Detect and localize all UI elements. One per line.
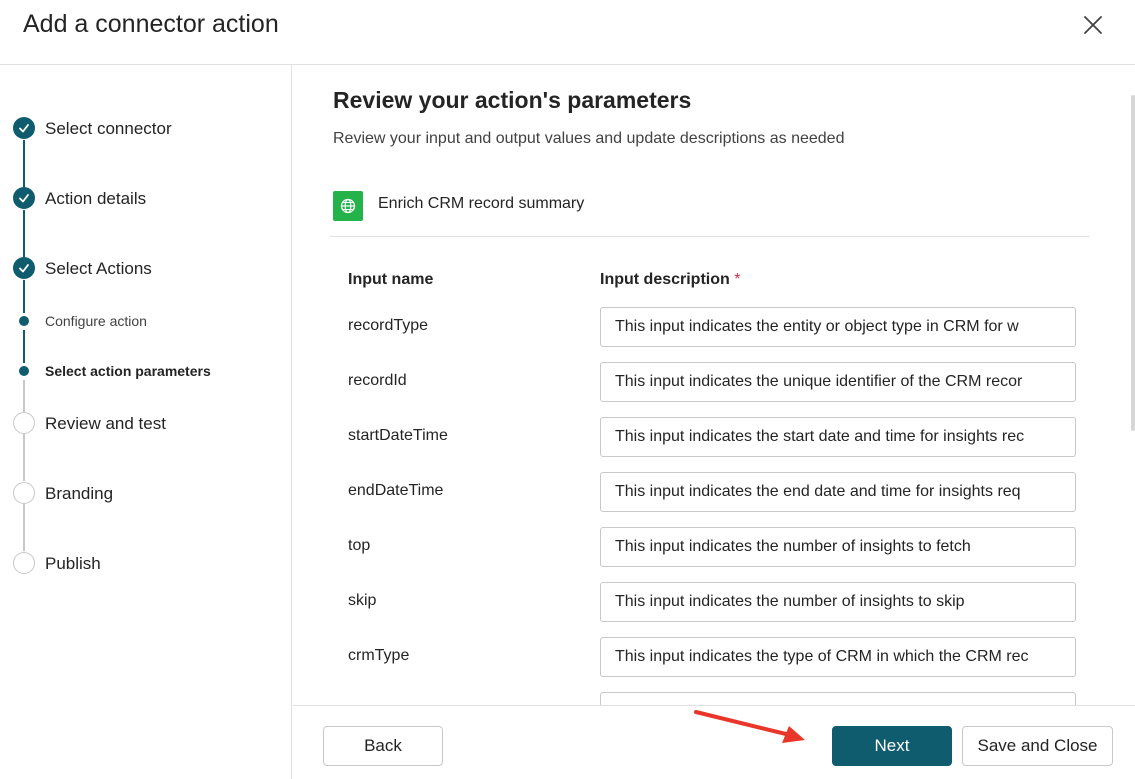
param-description-input[interactable] bbox=[600, 417, 1076, 457]
stepper-sidebar: Select connector Action details Select A… bbox=[0, 65, 292, 779]
check-icon bbox=[13, 117, 35, 139]
step-label: Action details bbox=[45, 189, 147, 208]
param-name: endDateTime bbox=[348, 482, 444, 499]
step-label: Select connector bbox=[45, 119, 172, 138]
step-connector bbox=[23, 210, 25, 257]
param-name: startDateTime bbox=[348, 427, 448, 444]
step-label: Branding bbox=[45, 484, 114, 503]
action-name: Enrich CRM record summary bbox=[378, 195, 585, 212]
param-description-input[interactable] bbox=[600, 582, 1076, 622]
param-row: top bbox=[293, 527, 1135, 569]
next-button[interactable]: Next bbox=[832, 726, 952, 766]
column-header-label: Input description bbox=[600, 271, 730, 288]
step-connector bbox=[23, 380, 25, 413]
substep-dot bbox=[19, 366, 29, 376]
back-button[interactable]: Back bbox=[323, 726, 443, 766]
globe-icon bbox=[333, 191, 363, 221]
close-icon bbox=[1084, 16, 1102, 34]
param-description-input[interactable] bbox=[600, 362, 1076, 402]
dialog-header: Add a connector action bbox=[0, 0, 1135, 65]
param-description-input[interactable] bbox=[600, 637, 1076, 677]
param-name: recordType bbox=[348, 317, 429, 334]
step-connector bbox=[23, 504, 25, 551]
check-icon bbox=[13, 257, 35, 279]
column-header-input-name: Input name bbox=[348, 271, 434, 288]
substep-dot bbox=[19, 316, 29, 326]
dialog-title: Add a connector action bbox=[23, 10, 279, 38]
required-mark: * bbox=[734, 271, 741, 288]
param-name: recordId bbox=[348, 372, 407, 389]
step-connector bbox=[23, 330, 25, 363]
param-description-input[interactable] bbox=[600, 472, 1076, 512]
column-header-input-description: Input description * bbox=[600, 271, 740, 289]
page-title: Review your action's parameters bbox=[333, 87, 692, 113]
step-connector bbox=[23, 140, 25, 187]
save-and-close-button[interactable]: Save and Close bbox=[962, 726, 1113, 766]
main-panel: Review your action's parameters Review y… bbox=[293, 65, 1135, 705]
param-description-input[interactable] bbox=[600, 692, 1076, 705]
param-row: startDateTime bbox=[293, 417, 1135, 459]
param-name: crmType bbox=[348, 647, 410, 664]
step-connector bbox=[23, 434, 25, 481]
step-label: Review and test bbox=[45, 414, 166, 433]
param-description-input[interactable] bbox=[600, 307, 1076, 347]
step-label: Select Actions bbox=[45, 259, 152, 278]
step-circle-empty bbox=[13, 482, 35, 504]
step-connector bbox=[23, 280, 25, 313]
step-label: Publish bbox=[45, 554, 101, 573]
param-description-input[interactable] bbox=[600, 527, 1076, 567]
param-row: skip bbox=[293, 582, 1135, 624]
param-row: recordId bbox=[293, 362, 1135, 404]
substep-label: Configure action bbox=[45, 313, 147, 329]
param-name: top bbox=[348, 537, 371, 554]
page-subtitle: Review your input and output values and … bbox=[333, 130, 845, 147]
scrollbar[interactable] bbox=[1131, 95, 1135, 431]
step-circle-empty bbox=[13, 552, 35, 574]
divider bbox=[330, 236, 1090, 237]
step-circle-empty bbox=[13, 412, 35, 434]
substep-label: Select action parameters bbox=[45, 363, 211, 379]
close-button[interactable] bbox=[1076, 8, 1110, 42]
check-icon bbox=[13, 187, 35, 209]
annotation-arrow-icon bbox=[694, 710, 805, 743]
param-row: endDateTime bbox=[293, 472, 1135, 514]
param-row: recordType bbox=[293, 307, 1135, 349]
param-row: crmType bbox=[293, 637, 1135, 679]
param-name: skip bbox=[348, 592, 377, 609]
